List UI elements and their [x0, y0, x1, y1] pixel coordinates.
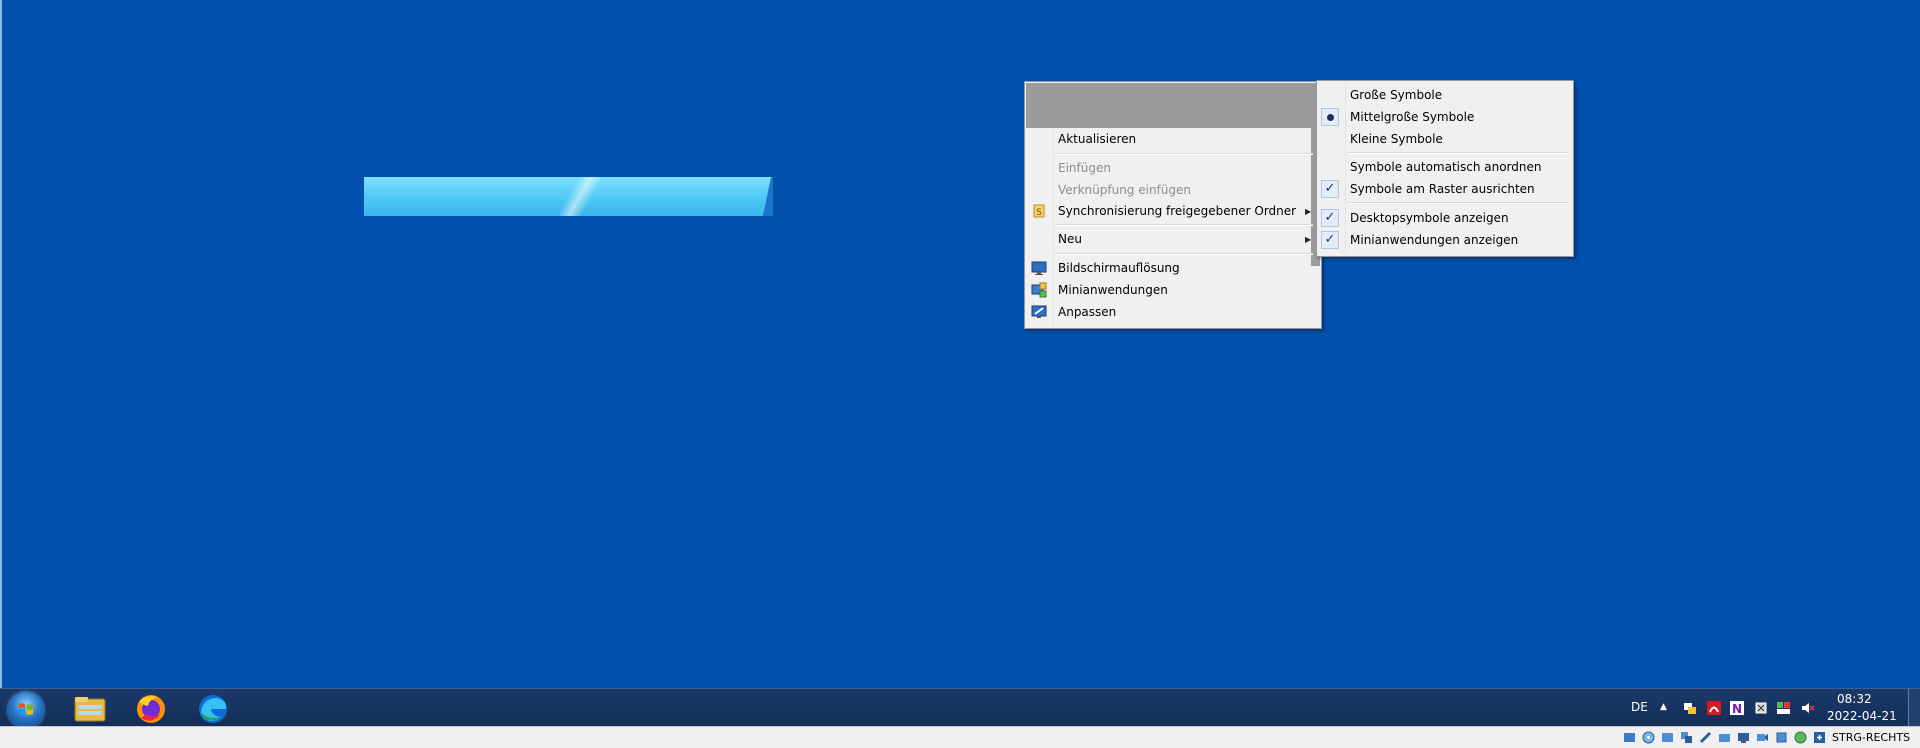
submenu-separator	[1347, 202, 1569, 204]
clock-date[interactable]: 2022-04-21	[1827, 709, 1897, 723]
windows-logo-icon	[19, 703, 33, 715]
taskbar: DE ▲ N 08:32 2022-04-21	[0, 688, 1920, 728]
menu-item-label: Anpassen	[1058, 305, 1117, 319]
submenu-item-label: Symbole am Raster ausrichten	[1350, 182, 1535, 196]
checkmark-icon: ✓	[1321, 231, 1339, 249]
mouse-integration-icon[interactable]	[1813, 731, 1826, 744]
display-icon[interactable]	[1737, 731, 1750, 744]
menu-item-gadgets[interactable]: Minianwendungen	[1025, 279, 1315, 301]
host-status-bar: STRG-RECHTS	[0, 726, 1920, 748]
update-tray-icon[interactable]	[1777, 701, 1791, 715]
submenu-item-align-grid[interactable]: ✓ Symbole am Raster ausrichten	[1317, 178, 1571, 200]
submenu-item-label: Große Symbole	[1350, 88, 1443, 102]
host-key-label: STRG-RECHTS	[1832, 731, 1911, 744]
video-capture-icon[interactable]	[1756, 731, 1769, 744]
desktop-context-menu: Aktualisieren Einfügen Verknüpfung einfü…	[1024, 81, 1322, 329]
loading-banner-shine	[560, 177, 600, 216]
submenu-item-large-icons[interactable]: Große Symbole	[1317, 84, 1571, 106]
menu-item-personalize[interactable]: Anpassen	[1025, 301, 1315, 323]
menu-separator	[1055, 253, 1313, 255]
radio-selected-icon	[1321, 108, 1339, 126]
desktop-left-edge	[0, 0, 2, 688]
onenote-icon[interactable]: N	[1730, 701, 1744, 715]
menu-item-refresh[interactable]: Aktualisieren	[1025, 128, 1315, 150]
optical-drive-icon[interactable]	[1642, 731, 1655, 744]
submenu-item-label: Symbole automatisch anordnen	[1350, 160, 1542, 174]
menu-item-label: Einfügen	[1058, 161, 1111, 175]
menu-item-label: Aktualisieren	[1058, 132, 1137, 146]
display-resolution-icon	[1031, 261, 1047, 275]
usb-icon[interactable]	[1699, 731, 1712, 744]
audio-device-icon[interactable]	[1661, 731, 1674, 744]
menu-item-paste-shortcut[interactable]: Verknüpfung einfügen	[1025, 179, 1315, 201]
submenu-separator	[1347, 152, 1569, 154]
submenu-item-show-desktop-icons[interactable]: ✓ Desktopsymbole anzeigen	[1317, 207, 1571, 229]
checkmark-icon: ✓	[1321, 180, 1339, 198]
submenu-item-small-icons[interactable]: Kleine Symbole	[1317, 128, 1571, 150]
submenu-item-medium-icons[interactable]: Mittelgroße Symbole	[1317, 106, 1571, 128]
menu-separator	[1055, 224, 1313, 226]
svg-text:N: N	[1732, 702, 1742, 715]
view-submenu: Große Symbole Mittelgroße Symbole Kleine…	[1316, 80, 1574, 257]
submenu-item-label: Desktopsymbole anzeigen	[1350, 211, 1509, 225]
language-indicator[interactable]: DE	[1631, 700, 1648, 714]
edge-icon[interactable]	[193, 692, 233, 726]
show-desktop-button[interactable]	[1908, 689, 1920, 727]
submenu-item-label: Kleine Symbole	[1350, 132, 1443, 146]
submenu-item-show-gadgets[interactable]: ✓ Minianwendungen anzeigen	[1317, 229, 1571, 251]
file-explorer-icon[interactable]	[70, 692, 110, 726]
menu-item-label: Synchronisierung freigegebener Ordner	[1058, 204, 1297, 218]
sync-folder-icon: S	[1033, 204, 1045, 218]
network-adapter-icon[interactable]	[1680, 731, 1693, 744]
menu-item-label: Neu	[1058, 232, 1082, 246]
speaker-muted-icon[interactable]	[1801, 701, 1815, 715]
gadgets-icon	[1031, 282, 1047, 298]
hard-disk-icon[interactable]	[1623, 731, 1636, 744]
personalize-icon	[1031, 305, 1047, 318]
submenu-item-label: Mittelgroße Symbole	[1350, 110, 1475, 124]
menu-item-label: Verknüpfung einfügen	[1058, 183, 1191, 197]
cpu-icon[interactable]	[1775, 731, 1788, 744]
context-menu-header	[1026, 83, 1313, 128]
firefox-icon[interactable]	[131, 692, 171, 726]
menu-item-label: Minianwendungen	[1058, 283, 1168, 297]
menu-item-new[interactable]: Neu ▶	[1025, 228, 1315, 250]
menu-separator	[1055, 153, 1313, 155]
virtualization-icon[interactable]	[1794, 731, 1807, 744]
checkmark-icon: ✓	[1321, 209, 1339, 227]
shared-folders-icon[interactable]	[1718, 731, 1731, 744]
submenu-item-auto-arrange[interactable]: Symbole automatisch anordnen	[1317, 156, 1571, 178]
bluetooth-tray-icon[interactable]	[1754, 701, 1768, 715]
antivirus-icon[interactable]	[1707, 701, 1721, 715]
start-button[interactable]	[8, 692, 44, 728]
svg-text:S: S	[1036, 208, 1042, 218]
submenu-item-label: Minianwendungen anzeigen	[1350, 233, 1519, 247]
menu-item-label: Bildschirmauflösung	[1058, 261, 1180, 275]
menu-item-paste[interactable]: Einfügen	[1025, 157, 1315, 179]
network-icon[interactable]	[1683, 701, 1697, 715]
submenu-arrow-icon: ▶	[1305, 206, 1312, 216]
clock-time[interactable]: 08:32	[1837, 692, 1872, 706]
menu-item-shared-folder-sync[interactable]: S Synchronisierung freigegebener Ordner …	[1025, 200, 1315, 222]
tray-expand-arrow-icon[interactable]: ▲	[1660, 702, 1667, 712]
submenu-arrow-icon: ▶	[1305, 234, 1312, 244]
menu-item-screen-resolution[interactable]: Bildschirmauflösung	[1025, 257, 1315, 279]
